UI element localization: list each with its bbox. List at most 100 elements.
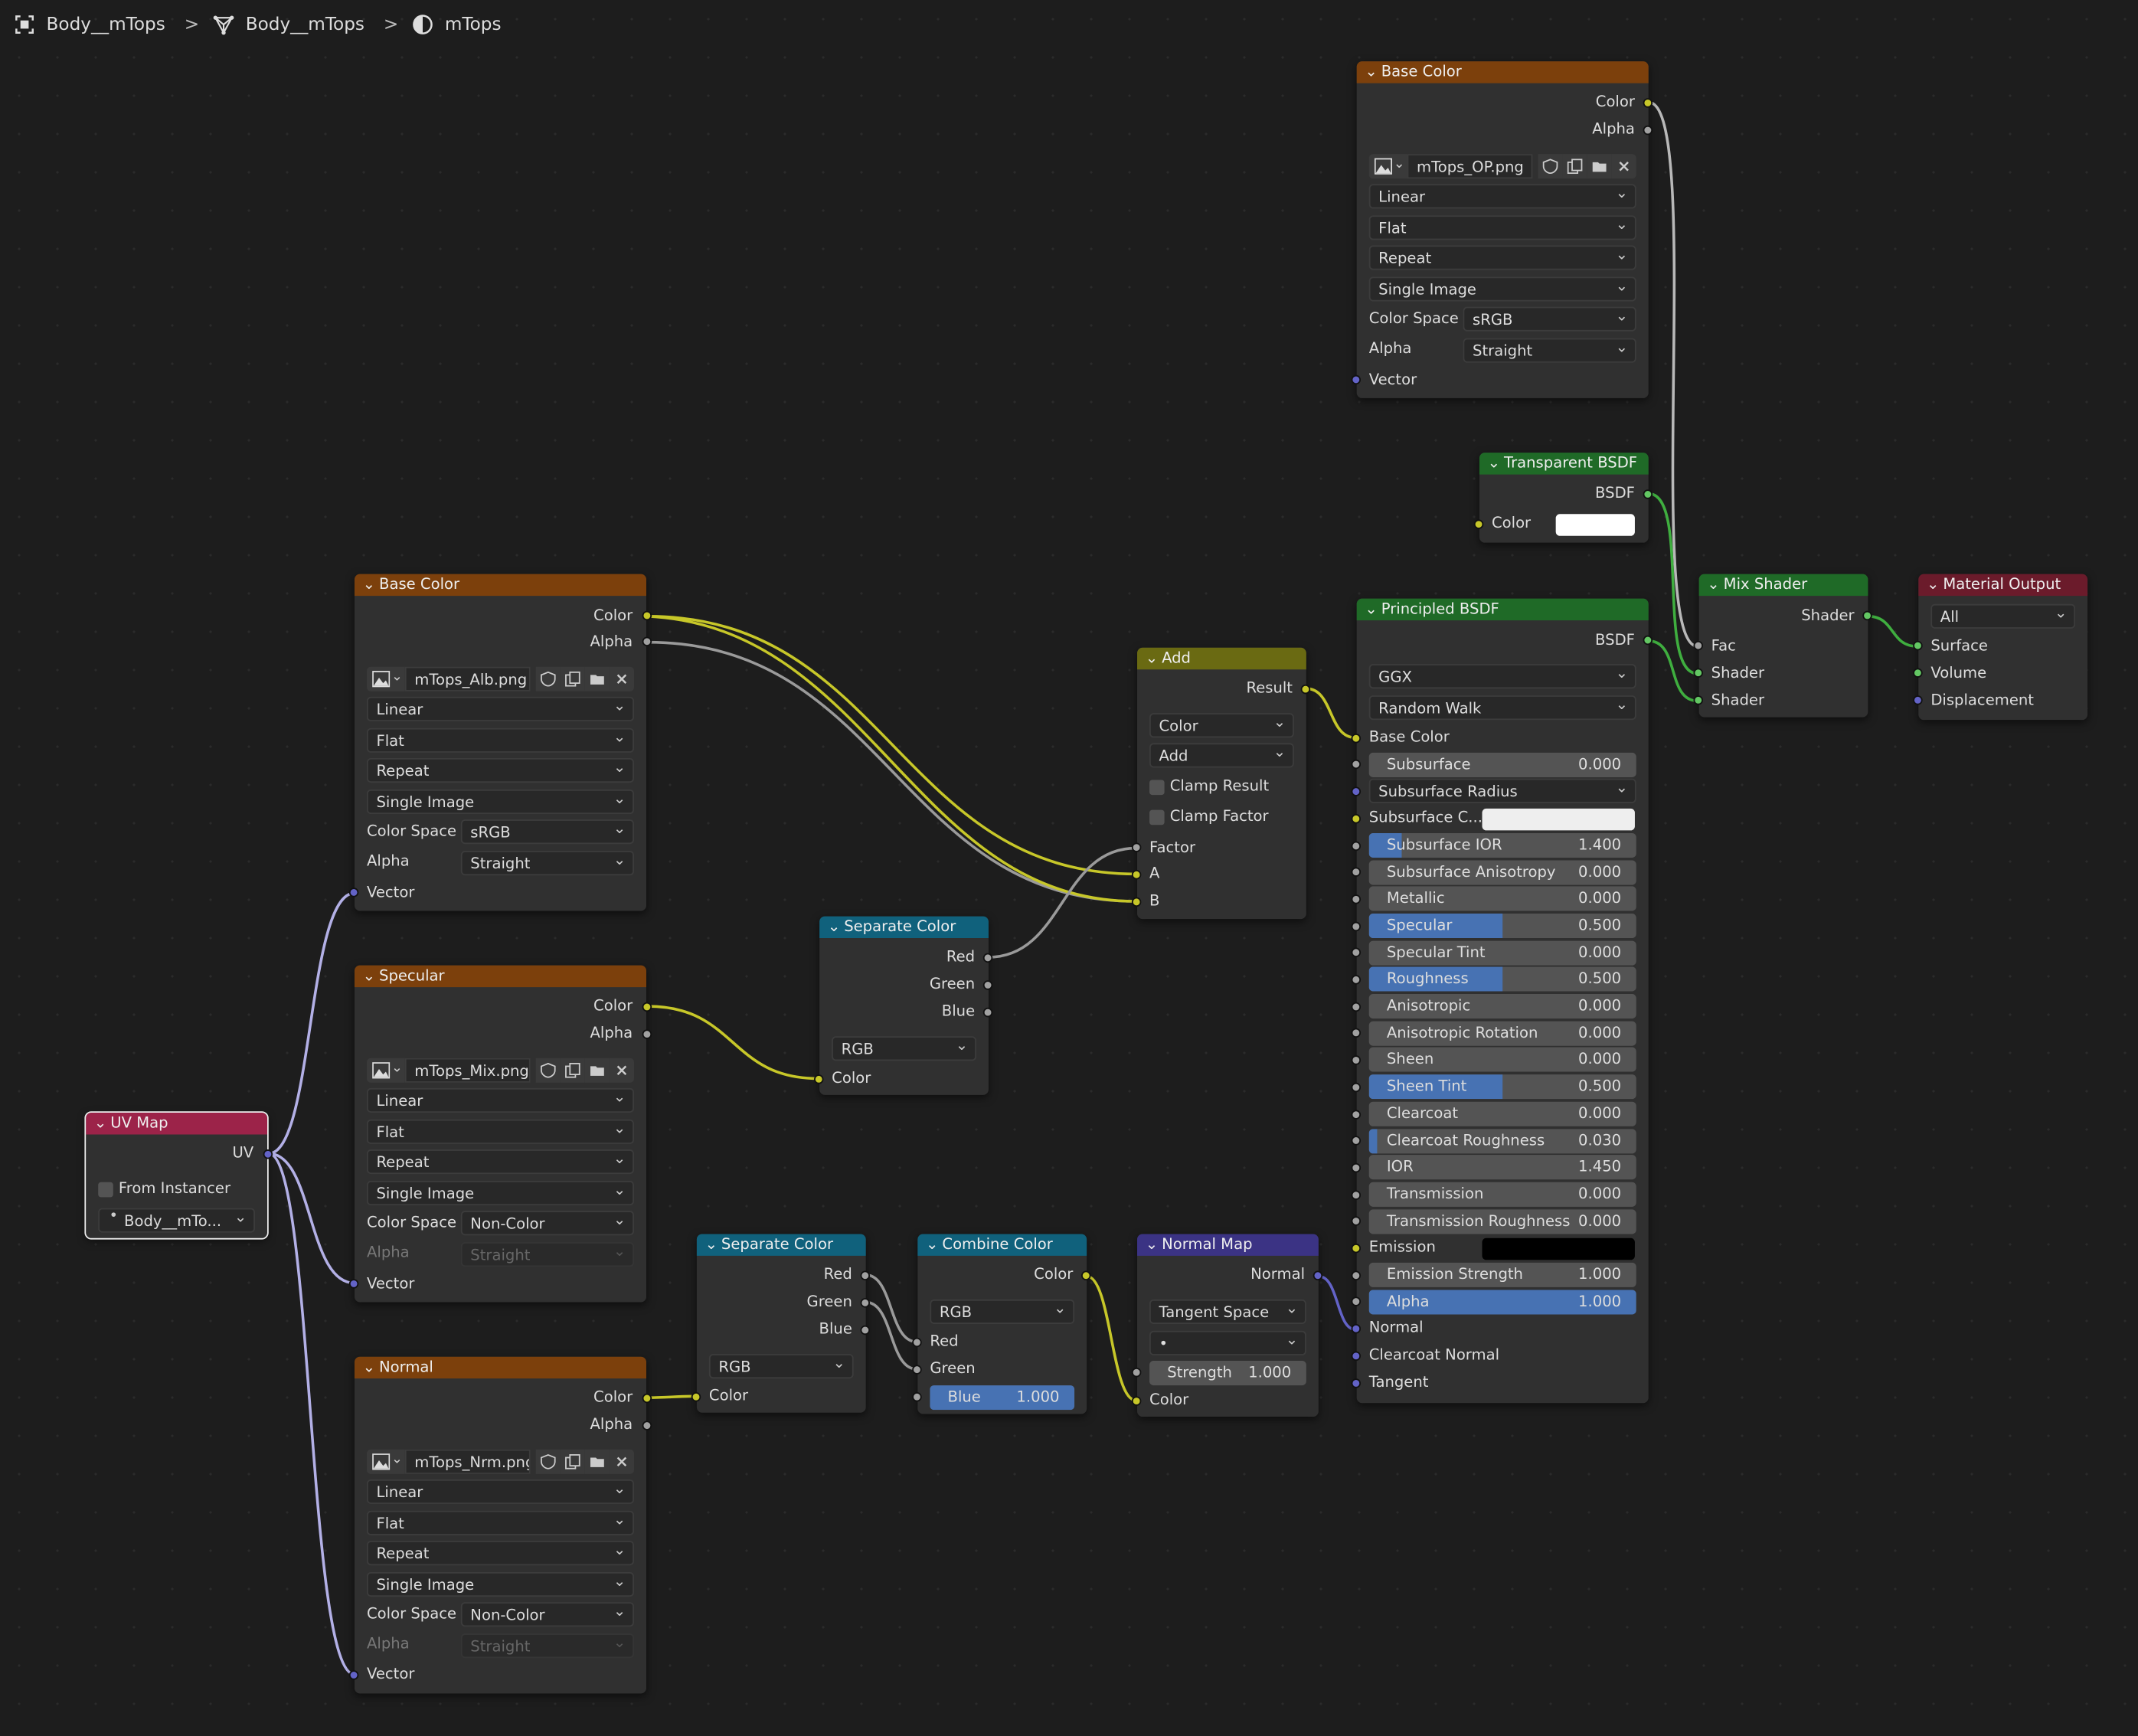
image-texture-node-normal[interactable]: ⌄ Normal Color Alpha ⌄ mTops_Nrm.png Line… [348,1356,652,1694]
transmission-field[interactable]: Transmission 0.000 [1368,1182,1636,1207]
normal-map-node[interactable]: ⌄Normal Map Normal Tangent Space • Stren… [1131,1234,1323,1417]
image-browse-button[interactable]: ⌄ [1368,154,1407,179]
color-swatch[interactable] [1555,514,1635,536]
strength-field[interactable]: Strength 1.000 [1149,1361,1306,1386]
color-space-dropdown[interactable]: sRGB [1463,306,1636,332]
subsurface-color-swatch[interactable] [1482,808,1635,831]
metallic-field[interactable]: Metallic 0.000 [1368,886,1636,911]
chevron-down-icon[interactable]: ⌄ [926,1234,940,1255]
mix-shader-node[interactable]: ⌄ Mix Shader Shader Fac Shader Shader [1693,574,1872,718]
chevron-down-icon[interactable]: ⌄ [363,1357,377,1378]
output-red-socket[interactable] [982,953,993,963]
data-type-dropdown[interactable]: Color [1149,713,1294,738]
source-dropdown[interactable]: Single Image [1368,276,1636,302]
output-green-socket[interactable] [860,1298,871,1308]
subsurface-radius-dropdown[interactable]: Subsurface Radius [1368,778,1636,803]
output-result-socket[interactable] [1300,684,1311,695]
color-space-dropdown[interactable]: Non-Color [460,1211,634,1236]
output-color-socket[interactable] [642,1393,652,1404]
input-color-socket[interactable] [1473,519,1484,529]
clamp-factor-checkbox[interactable] [1149,809,1165,825]
input-clearcoat-roughness-socket[interactable] [1351,1136,1362,1146]
node-header[interactable]: ⌄ Base Color [354,574,647,597]
output-alpha-socket[interactable] [1643,125,1653,136]
input-vector-socket[interactable] [348,1670,359,1680]
target-dropdown[interactable]: All [1930,603,2076,629]
clearcoat-field[interactable]: Clearcoat 0.000 [1368,1101,1636,1126]
input-anisotropic-rotation-socket[interactable] [1351,1028,1362,1038]
projection-dropdown[interactable]: Flat [1368,215,1636,240]
sheen-tint-field[interactable]: Sheen Tint 0.500 [1368,1074,1636,1100]
node-header[interactable]: ⌄ Combine Color [917,1234,1087,1256]
image-selector[interactable]: ⌄ mTops_Nrm.png [366,1449,634,1474]
close-icon[interactable] [609,1449,634,1474]
output-uv-socket[interactable] [263,1149,273,1159]
blend-mode-dropdown[interactable]: Add [1149,743,1294,768]
extension-dropdown[interactable]: Repeat [366,1149,634,1175]
color-space-dropdown[interactable]: Non-Color [460,1602,634,1627]
material-output-node[interactable]: ⌄Material Output All Surface Volume Disp… [1913,574,2088,721]
output-bsdf-socket[interactable] [1643,635,1653,646]
output-color-socket[interactable] [1643,98,1653,108]
image-browse-button[interactable]: ⌄ [366,1058,405,1083]
input-shader2-socket[interactable] [1693,695,1703,705]
input-sheen-tint-socket[interactable] [1351,1082,1362,1093]
interpolation-dropdown[interactable]: Linear [366,1087,634,1113]
image-name-field[interactable]: mTops_Mix.png [404,1058,531,1083]
blue-value-field[interactable]: Blue 1.000 [930,1385,1075,1411]
fake-user-icon[interactable] [535,1058,561,1083]
uv-map-node[interactable]: ⌄UV Map UV From Instancer Body__mTo... • [84,1111,273,1240]
image-texture-node-op[interactable]: ⌄ Base Color Color Alpha ⌄ mTops_OP.png L… [1351,61,1653,398]
duplicate-icon[interactable] [560,1058,585,1083]
image-name-field[interactable]: mTops_OP.png [1407,154,1533,179]
input-color-socket[interactable] [691,1391,701,1402]
fake-user-icon[interactable] [535,1449,561,1474]
node-header[interactable]: ⌄ Separate Color [819,916,989,939]
input-clearcoat-socket[interactable] [1351,1110,1362,1120]
interpolation-dropdown[interactable]: Linear [1368,184,1636,209]
subsurface-ior-field[interactable]: Subsurface IOR 1.400 [1368,832,1636,858]
alpha-mode-dropdown[interactable]: Straight [1463,338,1636,363]
clearcoat-roughness-field[interactable]: Clearcoat Roughness 0.030 [1368,1129,1636,1154]
input-subsurface-ior-socket[interactable] [1351,841,1362,852]
duplicate-icon[interactable] [1562,154,1587,179]
color-mode-dropdown[interactable]: RGB [708,1354,854,1379]
input-transmission-socket[interactable] [1351,1190,1362,1200]
output-bsdf-socket[interactable] [1643,489,1653,499]
chevron-down-icon[interactable]: ⌄ [1146,1234,1159,1255]
duplicate-icon[interactable] [560,666,585,691]
output-green-socket[interactable] [982,980,993,990]
node-header[interactable]: ⌄ UV Map [86,1112,267,1135]
node-header[interactable]: ⌄ Separate Color [696,1234,866,1256]
space-dropdown[interactable]: Tangent Space [1149,1299,1306,1324]
input-shader1-socket[interactable] [1693,668,1703,678]
input-roughness-socket[interactable] [1351,975,1362,985]
image-texture-node-alb[interactable]: ⌄ Base Color Color Alpha ⌄ mTops_Alb.png … [348,574,652,911]
transparent-bsdf-node[interactable]: ⌄ Transparent BSDF BSDF Color [1473,453,1653,543]
input-emission-strength-socket[interactable] [1351,1270,1362,1280]
image-name-field[interactable]: mTops_Alb.png [404,666,531,691]
chevron-down-icon[interactable]: ⌄ [705,1234,719,1255]
node-header[interactable]: ⌄ Normal [354,1356,647,1379]
fake-user-icon[interactable] [1538,154,1563,179]
separate-color-node-bottom[interactable]: ⌄Separate Color Red Green Blue RGB Color [691,1234,871,1413]
output-color-socket[interactable] [642,1002,652,1012]
input-strength-socket[interactable] [1131,1367,1142,1378]
input-transmission-roughness-socket[interactable] [1351,1216,1362,1226]
mix-color-add-node[interactable]: ⌄Add Result Color Add Clamp Result Clamp… [1131,647,1311,920]
input-displacement-socket[interactable] [1913,695,1923,705]
alpha-field[interactable]: Alpha 1.000 [1368,1290,1636,1315]
fake-user-icon[interactable] [535,666,561,691]
chevron-down-icon[interactable]: ⌄ [363,966,377,987]
chevron-down-icon[interactable]: ⌄ [363,574,377,596]
node-editor-canvas[interactable]: Body__mTops > Body__mTops > mTops ⌄ Base… [0,0,2138,1736]
input-anisotropic-socket[interactable] [1351,1002,1362,1012]
output-blue-socket[interactable] [982,1007,993,1018]
specular-field[interactable]: Specular 0.500 [1368,914,1636,939]
image-selector[interactable]: ⌄ mTops_Alb.png [366,666,634,691]
input-volume-socket[interactable] [1913,668,1923,678]
sheen-field[interactable]: Sheen 0.000 [1368,1047,1636,1072]
projection-dropdown[interactable]: Flat [366,1119,634,1144]
node-header[interactable]: ⌄ Principled BSDF [1356,598,1649,621]
transmission-roughness-field[interactable]: Transmission Roughness 0.000 [1368,1209,1636,1234]
